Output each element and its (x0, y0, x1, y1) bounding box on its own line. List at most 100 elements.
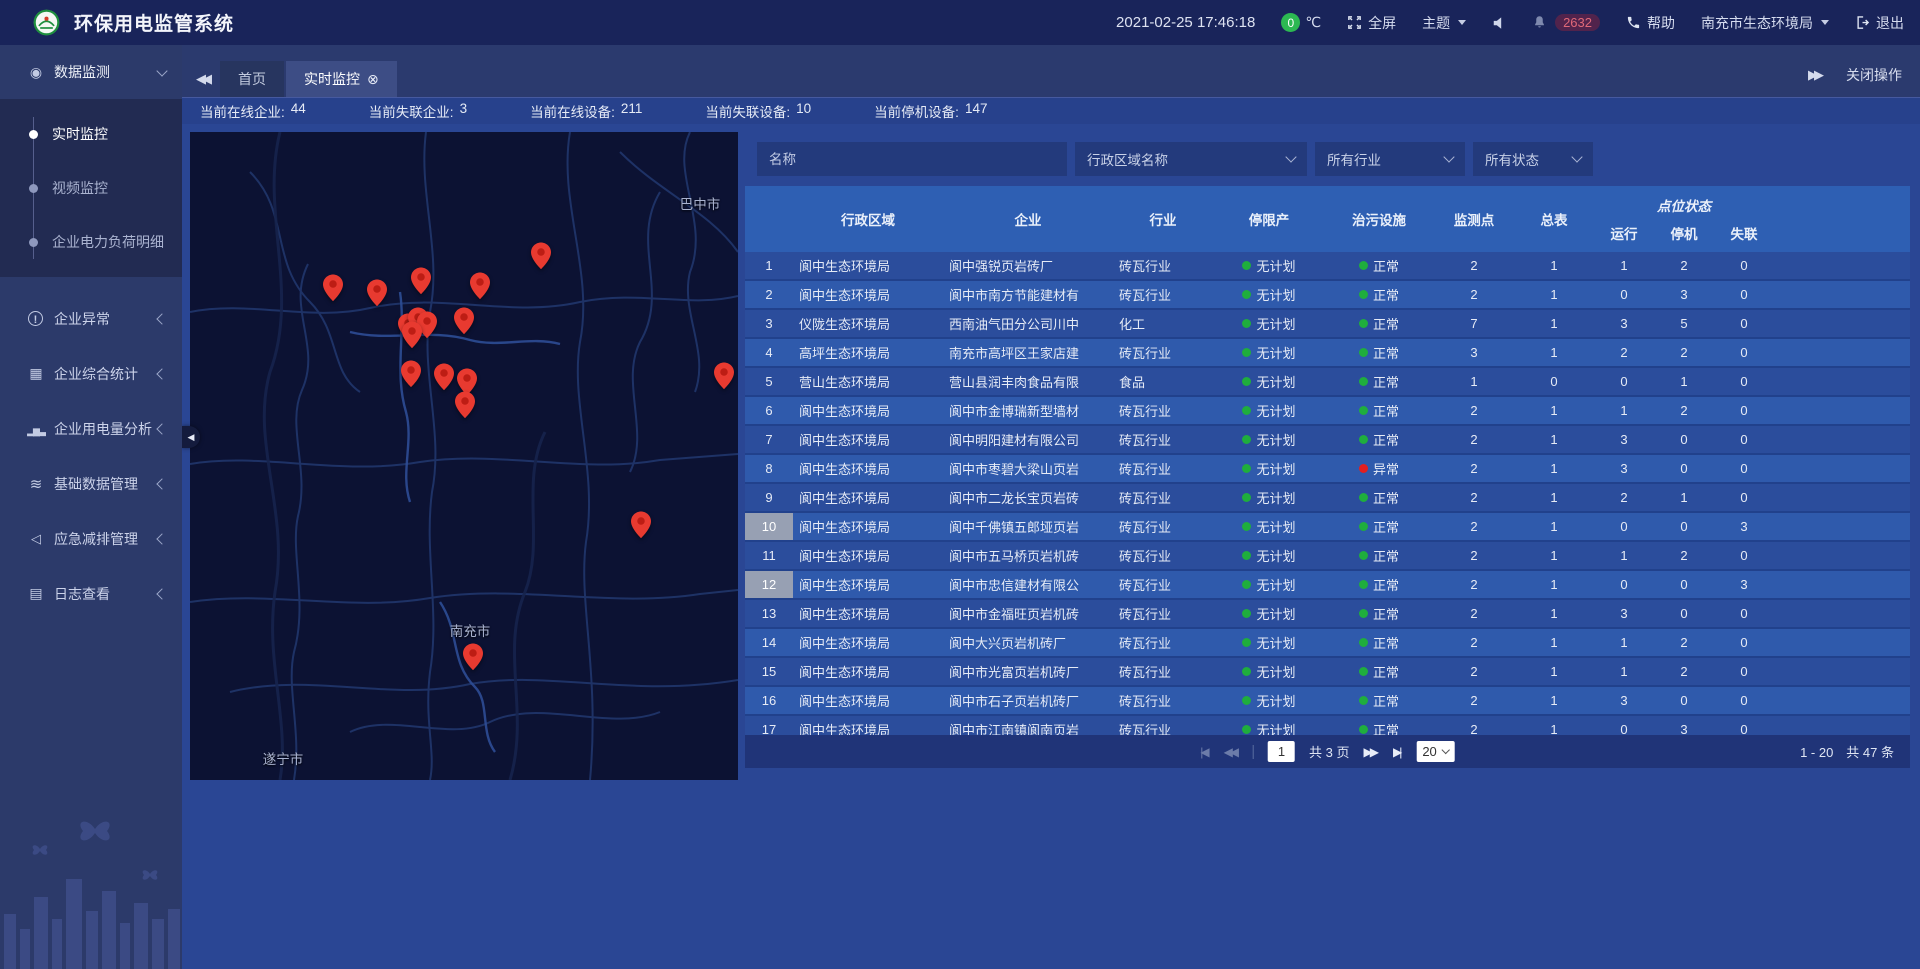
table-row[interactable]: 16 阆中生态环境局 阆中市石子页岩机砖厂 砖瓦行业 无计划 正常 2 (745, 687, 1910, 716)
help-button[interactable]: 帮助 (1626, 13, 1675, 33)
table-row[interactable]: 17 阆中生态环境局 阆中市江南镇阆南页岩 砖瓦行业 无计划 正常 2 (745, 716, 1910, 735)
cell-running-count: 1 (1593, 252, 1655, 279)
table-row[interactable]: 2 阆中生态环境局 阆中市南方节能建材有 砖瓦行业 无计划 正常 2 (745, 281, 1910, 310)
map-pin-icon[interactable] (455, 391, 475, 423)
last-page-button[interactable]: ▶| (1393, 745, 1402, 759)
bell-icon (1532, 15, 1547, 30)
map-pin-icon[interactable] (454, 307, 474, 339)
menu-item-icon (27, 475, 45, 493)
map-pin-icon[interactable] (367, 279, 387, 311)
cell-running-count: 1 (1593, 629, 1655, 656)
row-index: 12 (745, 571, 793, 598)
status-filter-value: 所有状态 (1485, 149, 1539, 169)
prev-page-button[interactable]: ◀◀ (1224, 745, 1239, 759)
first-page-button[interactable]: |◀ (1200, 745, 1209, 759)
table-row[interactable]: 9 阆中生态环境局 阆中市二龙长宝页岩砖 砖瓦行业 无计划 正常 2 (745, 484, 1910, 513)
map-pin-icon[interactable] (463, 643, 483, 675)
table-row[interactable]: 11 阆中生态环境局 阆中市五马桥页岩机砖 砖瓦行业 无计划 正常 2 (745, 542, 1910, 571)
facility-status-label: 正常 (1373, 575, 1399, 594)
name-filter-input[interactable] (757, 142, 1067, 176)
theme-dropdown[interactable]: 主题 (1422, 13, 1466, 33)
row-index: 11 (745, 542, 793, 569)
tab[interactable]: 实时监控 ⊗ (286, 61, 397, 97)
cell-offline-count: 3 (1713, 513, 1775, 540)
facility-status-label: 正常 (1373, 343, 1399, 362)
sidebar-item[interactable]: 基础数据管理 (0, 456, 182, 511)
mute-button[interactable] (1492, 16, 1506, 30)
tab[interactable]: 首页 (220, 61, 284, 97)
sidebar-item[interactable]: 企业异常 (0, 291, 182, 346)
sidebar-item[interactable]: 应急减排管理 (0, 511, 182, 566)
map-pin-icon[interactable] (470, 272, 490, 304)
map-pin-icon[interactable] (434, 363, 454, 395)
sidebar-subitem[interactable]: 视频监控 (0, 161, 182, 215)
table-row[interactable]: 10 阆中生态环境局 阆中千佛镇五郎垭页岩 砖瓦行业 无计划 正常 2 (745, 513, 1910, 542)
map-panel[interactable]: 巴中市南充市遂宁市 (190, 132, 738, 780)
chevron-left-icon (156, 533, 167, 544)
sidebar-subitem[interactable]: 实时监控 (0, 107, 182, 161)
sidebar-item-label: 应急减排管理 (54, 529, 138, 549)
chevron-down-icon (1458, 20, 1466, 25)
tab-close-icon[interactable]: ⊗ (367, 72, 379, 86)
table-row[interactable]: 7 阆中生态环境局 阆中明阳建材有限公司 砖瓦行业 无计划 正常 2 (745, 426, 1910, 455)
cell-region: 阆中生态环境局 (793, 484, 943, 511)
table-row[interactable]: 3 仪陇生态环境局 西南油气田分公司川中 化工 无计划 正常 7 (745, 310, 1910, 339)
map-pin-icon[interactable] (631, 511, 651, 543)
fullscreen-button[interactable]: 全屏 (1347, 13, 1396, 33)
table-row[interactable]: 4 高坪生态环境局 南充市高坪区王家店建 砖瓦行业 无计划 正常 3 (745, 339, 1910, 368)
map-pin-icon[interactable] (401, 360, 421, 392)
table-row[interactable]: 8 阆中生态环境局 阆中市枣碧大梁山页岩 砖瓦行业 无计划 异常 2 (745, 455, 1910, 484)
page-size-select[interactable]: 20 (1416, 741, 1454, 762)
cell-facility-status: 正常 (1325, 368, 1433, 395)
chevron-down-icon (1285, 151, 1296, 162)
tabs-scroll-left-button[interactable]: ◀◀ (182, 71, 220, 97)
status-filter-select[interactable]: 所有状态 (1473, 142, 1593, 176)
map-pin-icon[interactable] (531, 242, 551, 274)
map-pin-icon[interactable] (323, 274, 343, 306)
industry-filter-select[interactable]: 所有行业 (1315, 142, 1465, 176)
sidebar-subitem-label: 企业电力负荷明细 (52, 232, 164, 252)
close-operations-button[interactable]: 关闭操作 (1846, 65, 1902, 85)
table-row[interactable]: 13 阆中生态环境局 阆中市金福旺页岩机砖 砖瓦行业 无计划 正常 2 (745, 600, 1910, 629)
cell-limit-status: 无计划 (1213, 629, 1325, 656)
user-dropdown[interactable]: 南充市生态环境局 (1701, 13, 1829, 33)
sidebar-item[interactable]: 企业综合统计 (0, 346, 182, 401)
table-row[interactable]: 14 阆中生态环境局 阆中大兴页岩机砖厂 砖瓦行业 无计划 正常 2 (745, 629, 1910, 658)
map-pin-icon[interactable] (411, 267, 431, 299)
table-row[interactable]: 15 阆中生态环境局 阆中市光富页岩机砖厂 砖瓦行业 无计划 正常 2 (745, 658, 1910, 687)
cell-limit-status: 无计划 (1213, 687, 1325, 714)
region-filter-select[interactable]: 行政区域名称 (1075, 142, 1307, 176)
sidebar-item[interactable]: 企业用电量分析 (0, 401, 182, 456)
cell-limit-status: 无计划 (1213, 252, 1325, 279)
cell-region: 阆中生态环境局 (793, 252, 943, 279)
cell-running-count: 0 (1593, 281, 1655, 308)
page-number-input[interactable]: 1 (1268, 741, 1295, 762)
cell-running-count: 1 (1593, 658, 1655, 685)
map-pin-icon[interactable] (714, 362, 734, 394)
map-pin-icon[interactable] (402, 321, 422, 353)
table-row[interactable]: 6 阆中生态环境局 阆中市金博瑞新型墙材 砖瓦行业 无计划 正常 2 (745, 397, 1910, 426)
facility-status-dot-icon (1359, 290, 1368, 299)
cell-industry: 化工 (1113, 310, 1213, 337)
limit-status-label: 无计划 (1256, 430, 1295, 449)
next-page-button[interactable]: ▶▶ (1364, 745, 1379, 759)
cell-industry: 砖瓦行业 (1113, 339, 1213, 366)
table-row[interactable]: 5 营山生态环境局 营山县润丰肉食品有限 食品 无计划 正常 1 (745, 368, 1910, 397)
facility-status-dot-icon (1359, 319, 1368, 328)
table-row[interactable]: 1 阆中生态环境局 阆中强锐页岩砖厂 砖瓦行业 无计划 正常 2 (745, 252, 1910, 281)
tabs-scroll-right-button[interactable]: ▶▶ (1808, 67, 1820, 83)
sidebar-item-label: 企业综合统计 (54, 364, 138, 384)
fullscreen-label: 全屏 (1368, 13, 1396, 33)
cell-region: 高坪生态环境局 (793, 339, 943, 366)
limit-status-label: 无计划 (1256, 459, 1295, 478)
logout-button[interactable]: 退出 (1855, 13, 1904, 33)
table-row[interactable]: 12 阆中生态环境局 阆中市忠信建材有限公 砖瓦行业 无计划 正常 2 (745, 571, 1910, 600)
cell-facility-status: 正常 (1325, 252, 1433, 279)
col-index (745, 186, 793, 252)
notifications-button[interactable]: 2632 (1532, 14, 1600, 31)
stat-value: 147 (965, 101, 988, 121)
sidebar-item-label: 基础数据管理 (54, 474, 138, 494)
sidebar-item[interactable]: 日志查看 (0, 566, 182, 621)
sidebar-item-data-monitor[interactable]: 数据监测 (0, 45, 182, 99)
sidebar-subitem[interactable]: 企业电力负荷明细 (0, 215, 182, 269)
